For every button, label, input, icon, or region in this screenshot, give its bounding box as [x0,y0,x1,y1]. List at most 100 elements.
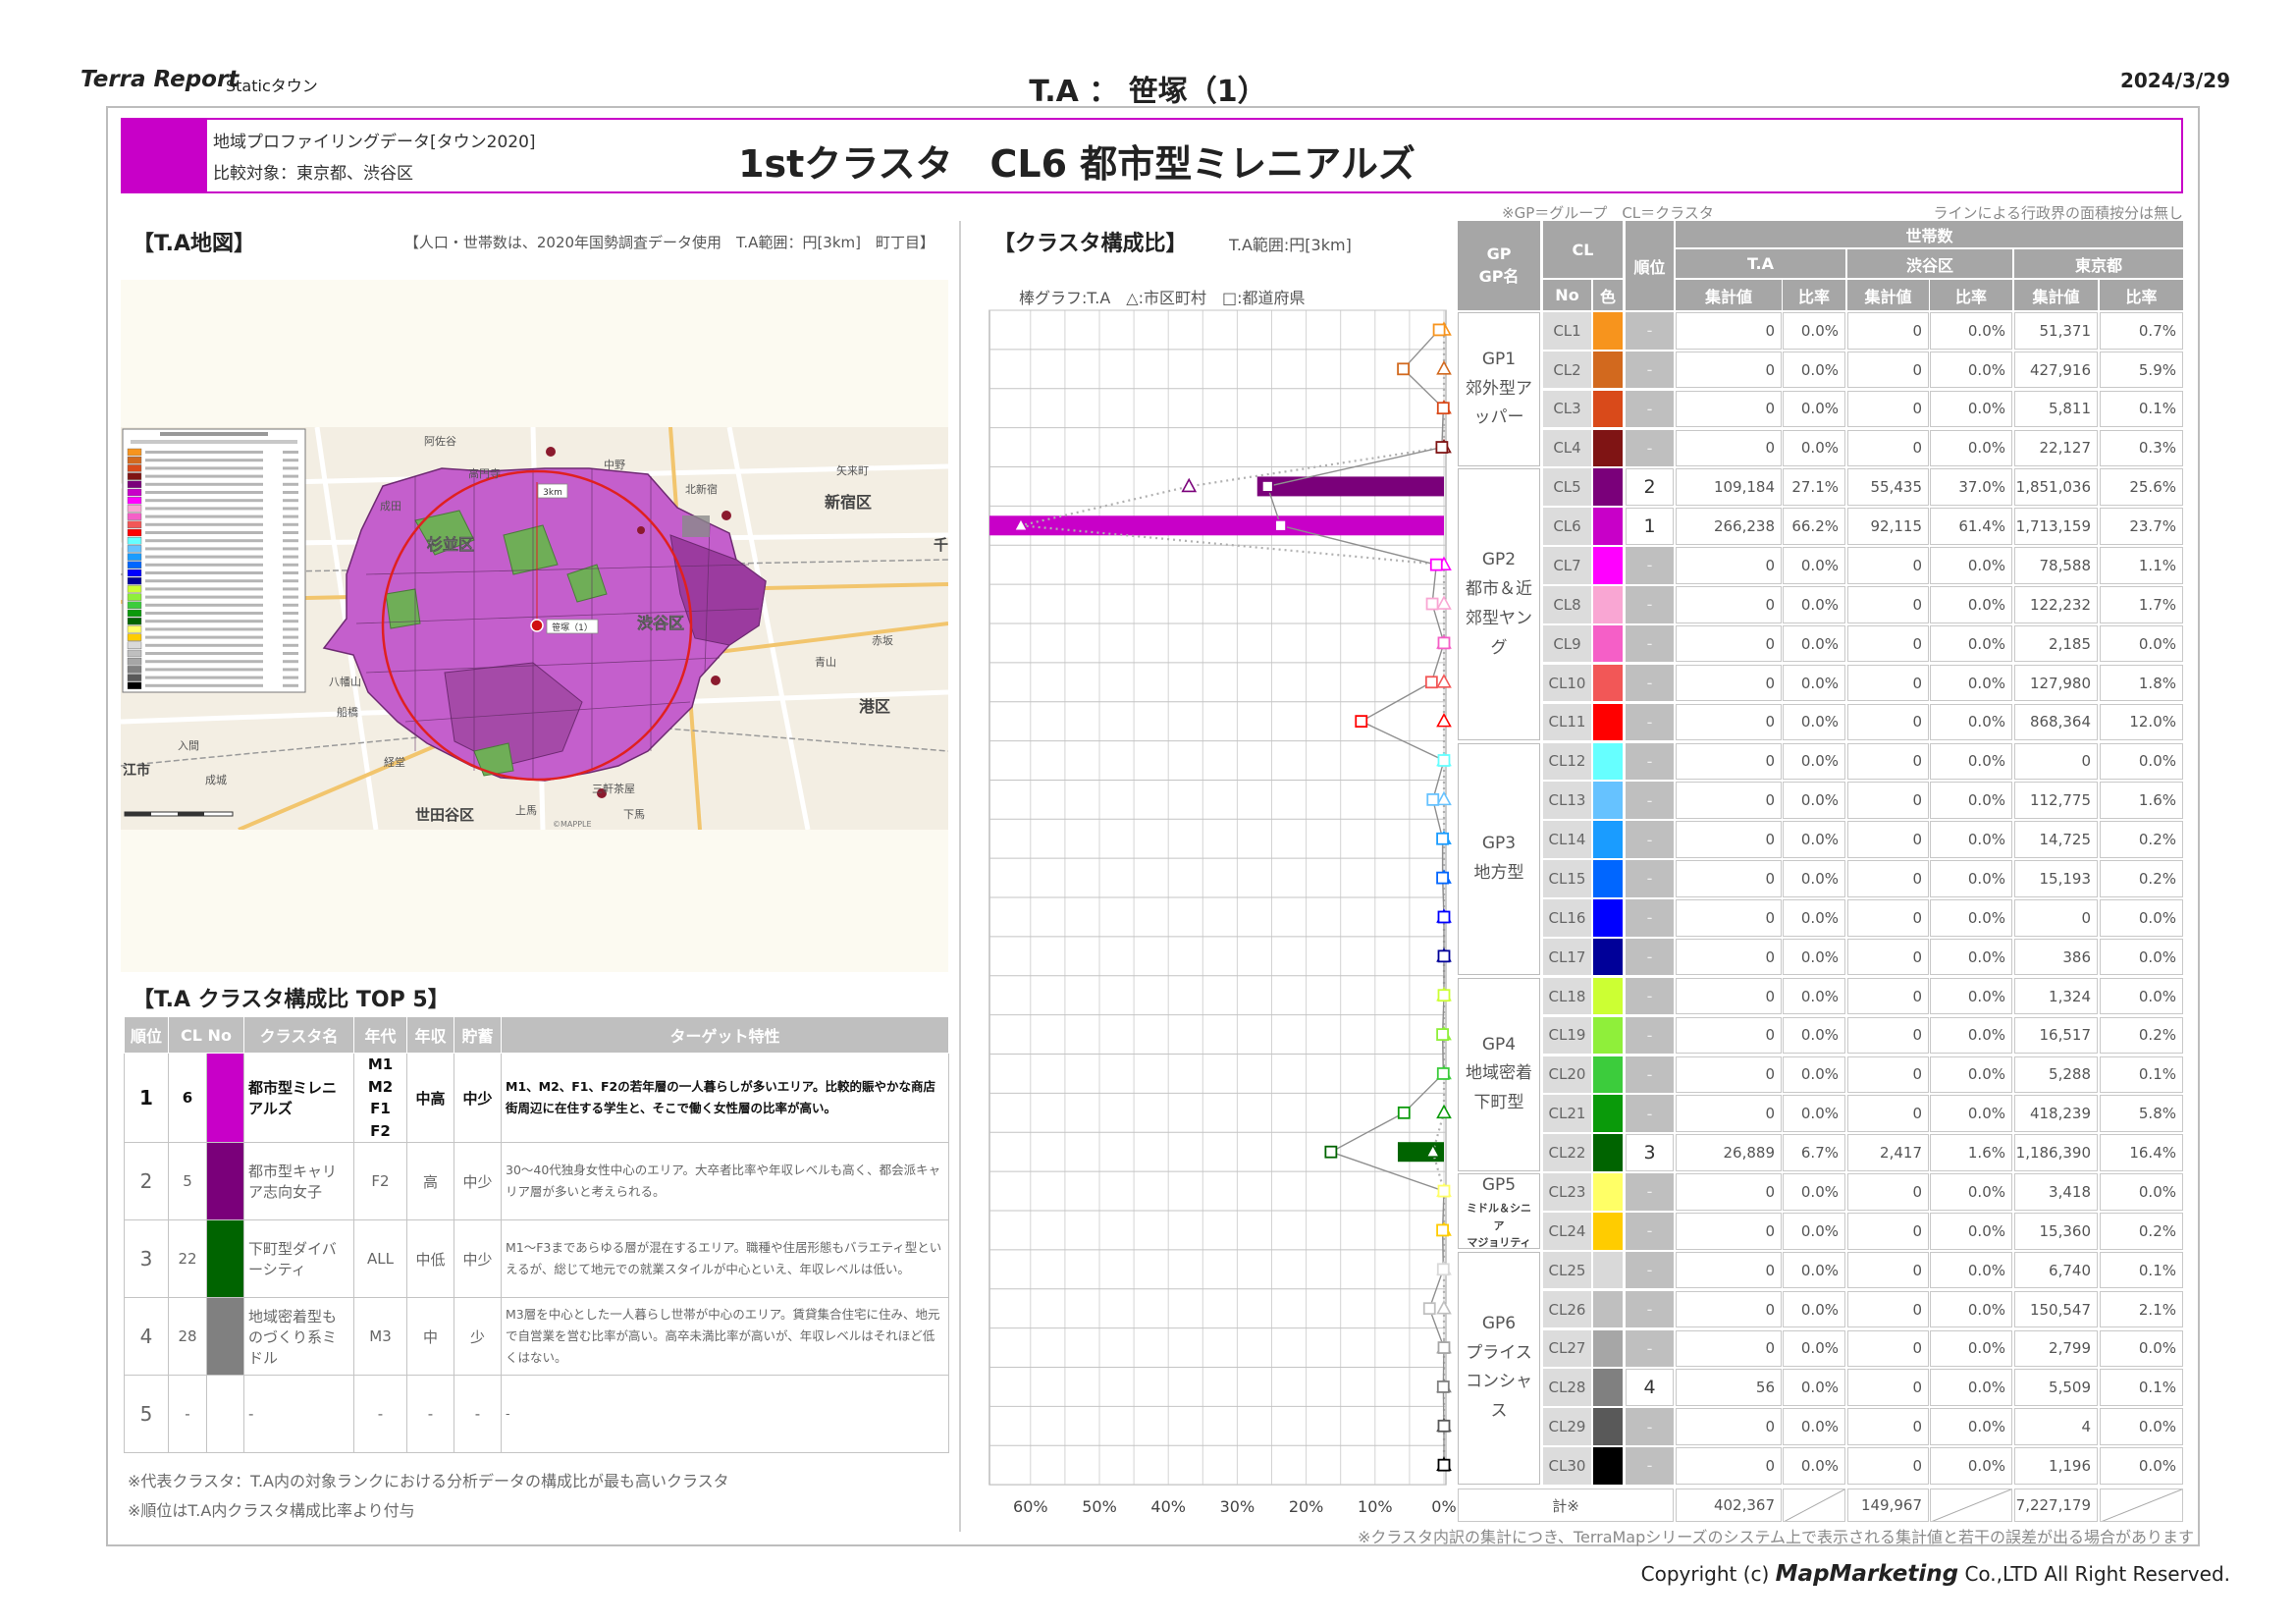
row-ratio: 0.0% [1930,1447,2012,1485]
legend-count-line [283,571,298,574]
row-ratio: 0.0% [2100,1447,2183,1485]
row-ratio: 0.0% [1783,1095,1845,1132]
header-city: 渋谷区 [1847,249,2012,278]
legend-text-line [145,474,263,478]
header-rank: 順位 [1626,221,1674,310]
row-ratio: 0.0% [1783,977,1845,1015]
square-pref-cl7 [1429,558,1443,571]
row-count: 0 [1847,429,1929,467]
row-count: 0 [1676,899,1782,937]
row-ratio: 0.0% [2100,1329,2183,1368]
square-pref-cl29 [1437,1419,1451,1433]
row-count: 51,371 [2014,312,2098,350]
row-ratio: 0.2% [2100,860,2183,897]
row-count: 0 [1676,429,1782,467]
row-cl-no: CL10 [1543,664,1591,702]
row-count: 0 [1847,782,1929,819]
square-pref-cl6 [1274,518,1288,532]
row-count: 0 [1847,312,1929,350]
row-count: 0 [1847,899,1929,937]
row-ratio: 0.2% [2100,1213,2183,1250]
row-color-swatch [1593,899,1623,937]
legend-text-line [145,627,263,631]
row-ratio: 0.0% [1930,899,2012,937]
map-label-shibuya-ward: 渋谷区 [637,614,684,632]
legend-count-line [283,635,298,639]
row-ratio: 27.1% [1783,468,1845,506]
row-count: 14,725 [2014,821,2098,858]
row-count: 0 [1847,1447,1929,1485]
legend-text-line [145,547,263,551]
row-ratio: 0.0% [1930,1329,2012,1368]
row-cl-no: CL4 [1543,429,1591,467]
row-ratio: 0.1% [2100,1251,2183,1289]
row-count: 0 [1847,742,1929,781]
row-count: 122,232 [2014,586,2098,623]
legend-text-line [145,579,263,583]
row-rank: - [1626,1095,1674,1132]
row-count: 1,324 [2014,977,2098,1015]
copyright-brand: MapMarketing [1775,1561,1959,1587]
header-count: 集計値 [2014,280,2098,310]
row-ratio: 0.0% [1930,742,2012,781]
row-count: 0 [1676,977,1782,1015]
header-count: 集計値 [1676,280,1782,310]
square-pref-cl10 [1424,676,1438,689]
row-count: 112,775 [2014,782,2098,819]
top5-income: 中低 [406,1219,454,1298]
row-ratio: 0.0% [1783,1213,1845,1250]
header-no: No [1543,280,1591,310]
row-count: 2,417 [1847,1134,1929,1171]
row-cl-no: CL20 [1543,1056,1591,1094]
row-count: 0 [1676,312,1782,350]
row-count: 386 [2014,938,2098,976]
row-ratio: 25.6% [2100,468,2183,506]
copyright: Copyright (c) MapMarketing Co.,LTD All R… [1641,1561,2230,1587]
legend-text-line [145,612,263,615]
site-marker-icon[interactable] [530,619,544,632]
square-pref-cl3 [1436,402,1450,415]
square-pref-cl8 [1425,597,1439,611]
map-label-eshi: 江市 [123,762,150,779]
legend-text-line [145,466,263,470]
top5-header-income: 年収 [406,1016,454,1054]
square-pref-cl30 [1437,1458,1451,1472]
legend-swatch-cl17 [127,576,142,585]
group-id: GP6 [1481,1313,1517,1333]
row-color-swatch [1593,508,1623,545]
square-pref-cl16 [1437,910,1451,924]
row-ratio: 0.0% [1783,1173,1845,1211]
square-pref-cl21 [1397,1106,1411,1119]
legend-count-line [283,531,298,534]
top5-income: - [406,1375,454,1453]
row-count: 0 [1847,1369,1929,1406]
legend-count-line [283,514,298,518]
map-label-kamiuma: 上馬 [515,804,537,817]
legend-swatch-cl16 [127,568,142,577]
row-ratio: 0.0% [1930,1173,2012,1211]
row-rank: - [1626,938,1674,976]
top5-income: 中 [406,1297,454,1376]
map-label-minato-ward: 港区 [859,697,890,716]
row-rank: - [1626,1213,1674,1250]
legend-count-line [283,603,298,607]
area-map[interactable]: 3km 笹塚（1） 阿佐谷 高円寺 中野 北新宿 矢来町 新宿区 杉並区 成田 … [121,427,948,830]
top5-cluster-name: 都市型ミレニアルズ [243,1053,354,1143]
row-count: 0 [1676,1447,1782,1485]
row-color-swatch [1593,429,1623,467]
group-name: ミドル＆シニア マジョリティ [1467,1202,1531,1250]
map-label-akasaka: 赤坂 [872,634,893,647]
legend-swatch-cl27 [127,657,142,666]
legend-count-line [283,627,298,631]
legend-swatch-cl20 [127,601,142,610]
row-ratio: 0.0% [2100,977,2183,1015]
row-count: 0 [1676,586,1782,623]
square-pref-cl15 [1436,871,1449,885]
row-rank: - [1626,624,1674,663]
row-rank: 3 [1626,1134,1674,1171]
row-count: 22,127 [2014,429,2098,467]
row-count: 4 [2014,1408,2098,1445]
row-rank: - [1626,703,1674,741]
legend-text-line [145,676,263,679]
legend-text-line [145,491,263,494]
